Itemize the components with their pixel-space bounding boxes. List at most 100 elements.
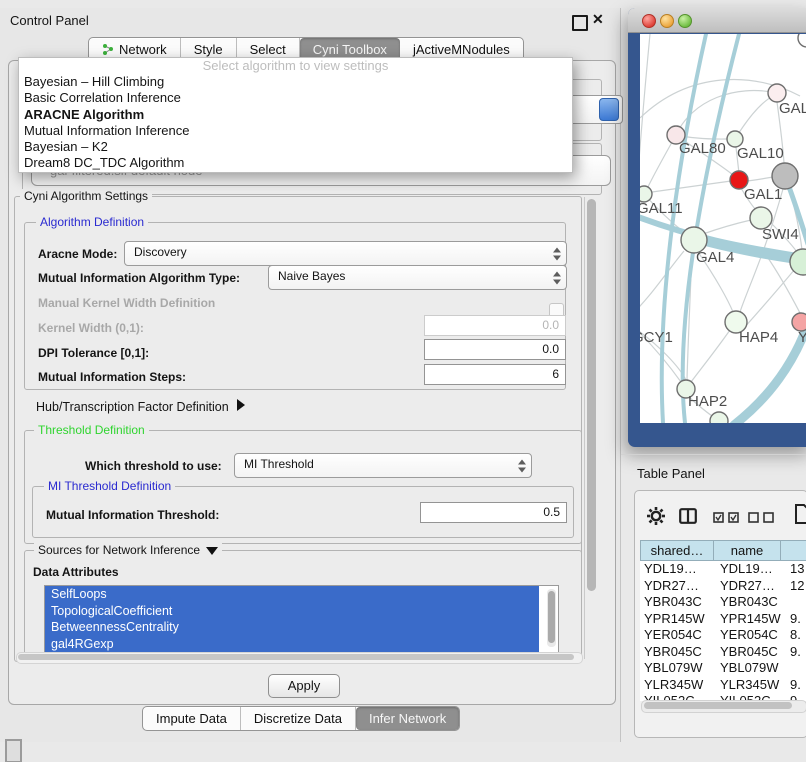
dropdown-item[interactable]: Mutual Information Inference (19, 123, 572, 139)
dropdown-item[interactable]: Bayesian – K2 (19, 139, 572, 155)
table-cell[interactable] (786, 594, 806, 611)
apply-button[interactable]: Apply (268, 674, 340, 698)
table-cell[interactable]: YPR145W (640, 611, 716, 628)
combobox-stepper-focused[interactable] (599, 98, 619, 121)
node-table[interactable]: shared…name YDL19…YDL19…13YDR27…YDR27…12… (640, 540, 806, 701)
close-window-button[interactable] (642, 14, 656, 28)
dropdown-item[interactable]: Basic Correlation Inference (19, 90, 572, 106)
table-row[interactable]: YPR145WYPR145W9. (640, 611, 806, 628)
table-cell[interactable]: YBR043C (640, 594, 716, 611)
table-cell[interactable]: 12 (786, 578, 806, 595)
hub-definition-expander[interactable]: Hub/Transcription Factor Definition (36, 399, 245, 414)
panel-divider (621, 454, 806, 455)
network-window-titlebar[interactable] (628, 8, 806, 33)
attribute-item[interactable]: BetweennessCentrality (45, 619, 539, 636)
table-cell[interactable]: YBR045C (716, 644, 786, 661)
attribute-item[interactable]: SelfLoops (45, 586, 539, 603)
aracne-mode-combobox[interactable]: Discovery (124, 241, 567, 266)
table-cell[interactable]: 8. (786, 627, 806, 644)
node-gal80-label: GAL80 (679, 140, 726, 157)
tab-infer-network[interactable]: Infer Network (356, 707, 459, 730)
dropdown-item-list: Bayesian – Hill ClimbingBasic Correlatio… (19, 74, 572, 172)
table-cell[interactable]: YER054C (716, 627, 786, 644)
panel-dock-icon[interactable] (5, 739, 22, 762)
table-cell[interactable]: 13 (786, 561, 806, 578)
sources-title[interactable]: Sources for Network Inference (34, 543, 222, 557)
table-cell[interactable]: YDR27… (640, 578, 716, 595)
threshold-definition-title: Threshold Definition (34, 423, 149, 437)
table-cell[interactable]: YBR043C (716, 594, 786, 611)
scrollbar-thumb[interactable] (644, 702, 792, 709)
dropdown-item[interactable]: Bayesian – Hill Climbing (19, 74, 572, 90)
table-cell[interactable]: YBL079W (716, 660, 786, 677)
table-cell[interactable]: 9. (786, 677, 806, 694)
cyni-bottom-tabbar: Impute DataDiscretize DataInfer Network (142, 706, 460, 731)
list-vertical-scrollbar[interactable] (547, 589, 556, 647)
column-header[interactable]: name (713, 540, 780, 561)
table-cell[interactable]: YBL079W (640, 660, 716, 677)
settings-horizontal-scrollbar[interactable] (16, 652, 583, 664)
scrollbar-thumb[interactable] (18, 654, 574, 660)
dropdown-item[interactable]: ARACNE Algorithm (19, 107, 572, 123)
combobox-stepper-icon[interactable] (553, 247, 561, 260)
table-row[interactable]: YLR345WYLR345W9. (640, 677, 806, 694)
tab-label: Cyni Toolbox (313, 42, 387, 57)
data-attributes-list[interactable]: SelfLoopsTopologicalCoefficientBetweenne… (44, 585, 559, 654)
network-edge (640, 34, 650, 324)
table-horizontal-scrollbar[interactable] (641, 700, 806, 713)
unchecked-pair-icon[interactable] (748, 512, 775, 523)
table-cell[interactable]: YLR345W (716, 677, 786, 694)
tab-discretize-data[interactable]: Discretize Data (241, 707, 356, 730)
table-cell[interactable]: YER054C (640, 627, 716, 644)
attribute-item[interactable]: gal4RGexp (45, 636, 539, 653)
network-edge (691, 330, 730, 382)
column-header[interactable] (780, 540, 806, 561)
network-canvas[interactable]: GALGAL80GAL10GAL1GAL11SWI4GAL4GCY1HAP4YH… (640, 34, 806, 423)
table-row[interactable]: YBR043CYBR043C (640, 594, 806, 611)
table-row[interactable]: YDL19…YDL19…13 (640, 561, 806, 578)
mi-type-value: Naive Bayes (278, 269, 345, 283)
zoom-window-button[interactable] (678, 14, 692, 28)
columns-icon[interactable] (679, 508, 697, 524)
which-threshold-combobox[interactable]: MI Threshold (234, 453, 532, 478)
table-row[interactable]: YER054CYER054C8. (640, 627, 806, 644)
table-cell[interactable]: YPR145W (716, 611, 786, 628)
dpi-tolerance-field[interactable]: 0.0 (424, 339, 566, 360)
kernel-width-label: Kernel Width (0,1): (38, 321, 144, 335)
table-row[interactable]: YBR045CYBR045C9. (640, 644, 806, 661)
table-cell[interactable] (786, 660, 806, 677)
close-panel-icon[interactable]: ✕ (592, 11, 604, 28)
manual-kernel-label: Manual Kernel Width Definition (38, 296, 215, 310)
combobox-stepper-icon[interactable] (553, 271, 561, 284)
scrollbar-thumb[interactable] (548, 591, 555, 643)
node-topright[interactable] (798, 34, 806, 47)
node-bottom[interactable] (710, 412, 728, 423)
file-icon[interactable] (794, 504, 806, 524)
tab-impute-data[interactable]: Impute Data (143, 707, 241, 730)
column-header[interactable]: shared… (640, 540, 713, 561)
kernel-width-field[interactable]: 0.0 (424, 315, 566, 336)
table-cell[interactable]: YBR045C (640, 644, 716, 661)
table-cell[interactable]: YDL19… (640, 561, 716, 578)
combobox-stepper-icon[interactable] (518, 459, 526, 472)
table-cell[interactable]: YLR345W (640, 677, 716, 694)
float-panel-icon[interactable] (572, 15, 588, 31)
mi-steps-field[interactable]: 6 (424, 364, 566, 385)
table-cell[interactable]: YDR27… (716, 578, 786, 595)
table-cell[interactable]: 9. (786, 644, 806, 661)
dropdown-item[interactable]: Dream8 DC_TDC Algorithm (19, 155, 572, 171)
settings-vertical-scrollbar[interactable] (584, 197, 598, 659)
mi-threshold-field[interactable]: 0.5 (420, 502, 567, 523)
attribute-item[interactable]: TopologicalCoefficient (45, 603, 539, 620)
table-cell[interactable]: 9. (786, 611, 806, 628)
table-row[interactable]: YDR27…YDR27…12 (640, 578, 806, 595)
table-row[interactable]: YBL079WYBL079W (640, 660, 806, 677)
minimize-window-button[interactable] (660, 14, 674, 28)
node-gal-cut-label: GAL (779, 100, 806, 117)
mi-algorithm-type-combobox[interactable]: Naive Bayes (268, 265, 567, 290)
gear-icon[interactable] (646, 506, 666, 526)
checked-pair-icon[interactable] (713, 512, 740, 523)
scrollbar-thumb[interactable] (587, 199, 596, 591)
control-panel-titlebar: Control Panel ✕ (0, 8, 620, 34)
table-cell[interactable]: YDL19… (716, 561, 786, 578)
